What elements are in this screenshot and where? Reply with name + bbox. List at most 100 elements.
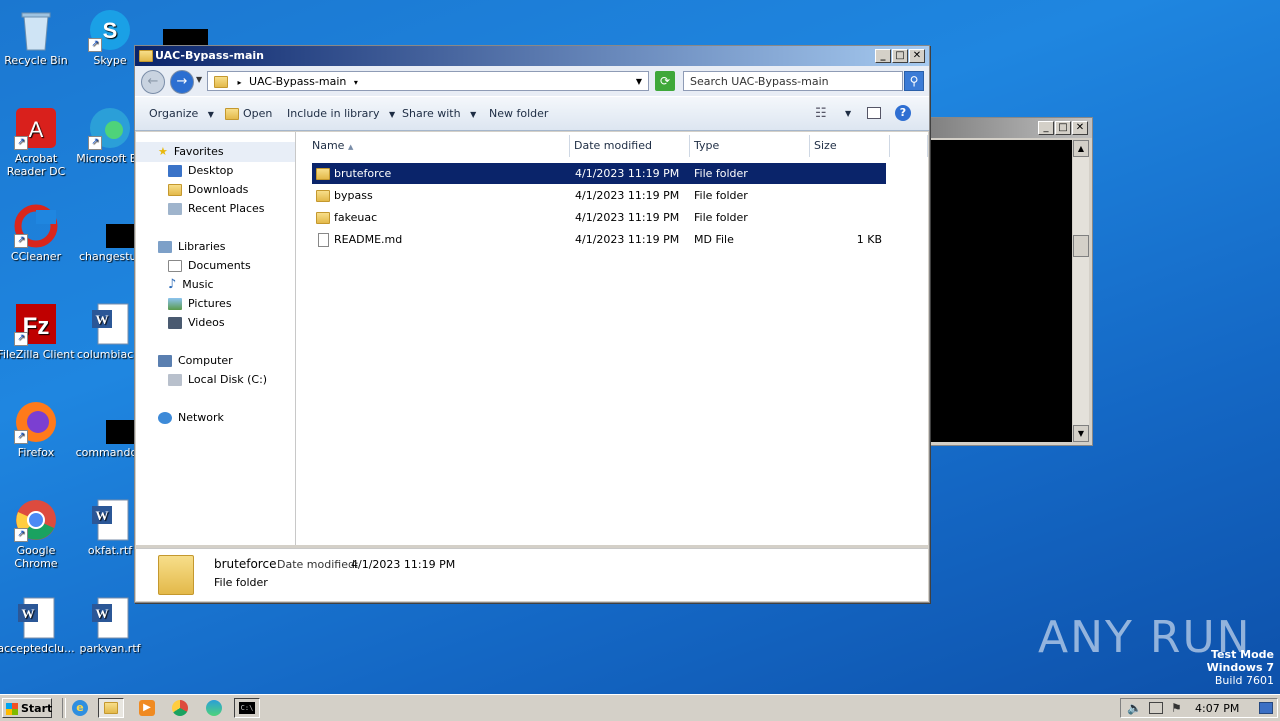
nav-recent-places[interactable]: Recent Places [168,200,265,218]
back-button[interactable]: ← [141,70,165,94]
column-header-date[interactable]: Date modified [570,135,690,157]
edge-icon: ↗ [88,106,132,150]
share-with-button[interactable]: Share with ▼ [402,97,476,131]
taskbar-chrome[interactable] [168,698,194,718]
clock[interactable]: 4:07 PM [1195,702,1239,715]
shortcut-arrow-icon: ↗ [14,332,28,346]
address-dropdown-icon[interactable]: ▼ [636,72,642,92]
close-button[interactable]: ✕ [1072,121,1088,135]
console-scrollbar[interactable]: ▲ ▼ [1073,140,1089,442]
desktop-icon-chrome[interactable]: ↗ Google Chrome [0,498,76,570]
minimize-button[interactable]: _ [875,49,891,63]
help-icon[interactable]: ? [895,105,911,121]
taskbar-media-player[interactable]: ▶ [134,698,160,718]
desktop-icon-ccleaner[interactable]: ↗ CCleaner [0,204,76,263]
search-icon[interactable]: ⚲ [904,71,924,91]
console-icon: C:\ [239,702,255,714]
taskbar-edge[interactable] [202,698,228,718]
desktop-icon-filezilla[interactable]: Fz ↗ FileZilla Client [0,302,76,361]
folder-icon [316,168,330,180]
column-header-type[interactable]: Type [690,135,810,157]
chevron-right-icon[interactable]: ▸ [238,78,242,87]
address-field[interactable]: ▸ UAC-Bypass-main ▾ ▼ [207,71,649,91]
libraries-icon [158,241,172,253]
forward-button[interactable]: → [170,70,194,94]
details-name: bruteforce [214,557,277,571]
minimize-button[interactable]: _ [1038,121,1054,135]
recent-pages-dropdown[interactable]: ▼ [196,75,202,84]
chevron-down-icon[interactable]: ▾ [354,78,358,87]
console-titlebar[interactable]: _ □ ✕ [929,118,1092,138]
explorer-window[interactable]: UAC-Bypass-main _ □ ✕ ← → ▼ ▸ UAC-Bypass-m… [134,45,930,603]
chrome-icon: ↗ [14,498,58,542]
nav-documents[interactable]: Documents [168,257,251,275]
console-output[interactable] [931,140,1072,442]
command-bar: Organize ▼ Open Include in library ▼ Sha… [135,96,929,131]
maximize-button[interactable]: □ [892,49,908,63]
details-type: File folder [214,576,268,589]
nav-libraries[interactable]: Libraries [158,238,226,256]
table-row[interactable]: README.md 4/1/2023 11:19 PM MD File 1 KB [312,229,886,250]
svg-text:A: A [29,117,44,142]
table-row[interactable]: bypass 4/1/2023 11:19 PM File folder [312,185,886,206]
desktop-icon-recycle-bin[interactable]: Recycle Bin [0,8,76,67]
preview-pane-icon[interactable] [867,107,881,119]
nav-computer[interactable]: Computer [158,352,233,370]
refresh-icon[interactable]: ⟳ [655,71,675,91]
downloads-folder-icon [168,184,182,196]
file-type: File folder [694,167,748,180]
media-player-icon: ▶ [139,700,155,716]
open-button[interactable]: Open [225,97,272,130]
nav-videos[interactable]: Videos [168,314,225,332]
desktop-icon [168,165,182,177]
taskbar-internet-explorer[interactable]: e [68,698,94,718]
nav-music[interactable]: ♪ Music [168,276,214,294]
close-button[interactable]: ✕ [909,49,925,63]
desktop-icon-acrobat[interactable]: A ↗ Acrobat Reader DC [0,106,76,178]
organize-button[interactable]: Organize ▼ [149,97,214,131]
include-in-library-button[interactable]: Include in library ▼ [287,97,395,131]
start-button[interactable]: Start [2,698,52,718]
view-options-icon[interactable]: ☷ [815,97,827,130]
shortcut-arrow-icon: ↗ [14,430,28,444]
scroll-thumb[interactable] [1073,235,1089,257]
nav-local-disk[interactable]: Local Disk (C:) [168,371,267,389]
desktop-icon-parkvan[interactable]: W parkvan.rtf [70,596,150,655]
scroll-down-arrow-icon[interactable]: ▼ [1073,425,1089,442]
table-row[interactable]: bruteforce 4/1/2023 11:19 PM File folder [312,163,886,184]
desktop-icon-acceptedclu[interactable]: W acceptedclu... [0,596,76,655]
column-header-extra[interactable] [890,135,928,157]
console-window[interactable]: _ □ ✕ ▲ ▼ [928,117,1093,446]
nav-pictures[interactable]: Pictures [168,295,232,313]
svg-text:S: S [103,18,118,43]
acrobat-icon: A ↗ [14,106,58,150]
new-folder-button[interactable]: New folder [489,97,548,130]
explorer-titlebar[interactable]: UAC-Bypass-main _ □ ✕ [135,46,929,66]
column-header-name[interactable]: Name ▲ [298,135,570,157]
nav-network[interactable]: Network [158,409,224,427]
column-header-size[interactable]: Size [810,135,890,157]
breadcrumb[interactable]: UAC-Bypass-main [249,75,346,88]
nav-downloads[interactable]: Downloads [168,181,248,199]
taskbar-console[interactable]: C:\ [234,698,260,718]
nav-favorites[interactable]: ★ Favorites [158,143,224,161]
scroll-up-arrow-icon[interactable]: ▲ [1073,140,1089,157]
taskbar-explorer[interactable] [98,698,124,718]
show-desktop-icon[interactable] [1259,702,1273,714]
maximize-button[interactable]: □ [1055,121,1071,135]
desktop-icon-firefox[interactable]: ↗ Firefox [0,400,76,459]
table-row[interactable]: fakeuac 4/1/2023 11:19 PM File folder [312,207,886,228]
search-input[interactable]: Search UAC-Bypass-main [683,71,903,91]
chevron-down-icon: ▼ [388,110,396,119]
view-dropdown-icon[interactable]: ▼ [845,97,851,130]
shortcut-arrow-icon: ↗ [14,136,28,150]
file-name: bruteforce [334,167,392,180]
network-tray-icon[interactable] [1149,702,1163,714]
volume-icon[interactable]: 🔈 [1127,701,1142,715]
nav-desktop[interactable]: Desktop [168,162,233,180]
action-center-flag-icon[interactable]: ⚑ [1171,701,1182,715]
shortcut-arrow-icon: ↗ [88,136,102,150]
redacted-icon [163,29,208,45]
address-bar-row: ← → ▼ ▸ UAC-Bypass-main ▾ ▼ ⟳ Search UAC… [135,66,929,96]
filezilla-icon: Fz ↗ [14,302,58,346]
